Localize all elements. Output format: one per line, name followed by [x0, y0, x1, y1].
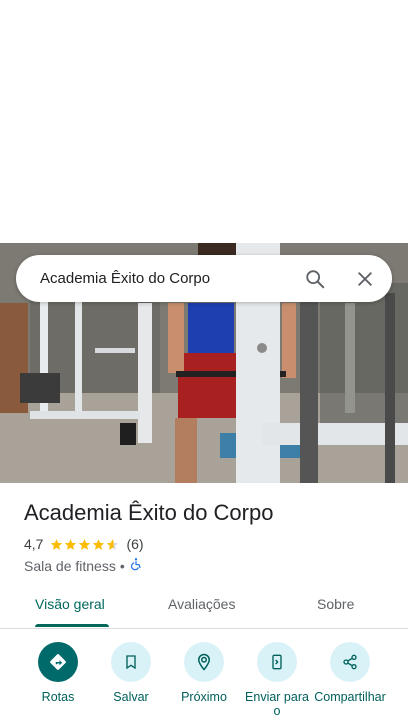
nearby-label: Próximo: [181, 690, 227, 704]
tab-reviews[interactable]: Avaliações: [168, 596, 235, 612]
share-label: Compartilhar: [314, 690, 386, 704]
place-category: Sala de fitness: [24, 557, 116, 574]
directions-label: Rotas: [41, 690, 75, 704]
save-button[interactable]: Salvar: [91, 642, 171, 704]
send-to-phone-icon: [257, 642, 297, 682]
active-tab-indicator: [35, 624, 109, 627]
search-icon[interactable]: [303, 267, 327, 291]
nearby-button[interactable]: Próximo: [164, 642, 244, 704]
send-to-phone-button[interactable]: Enviar para o: [237, 642, 317, 718]
tab-overview[interactable]: Visão geral: [35, 596, 105, 612]
share-icon: [330, 642, 370, 682]
rating-value: 4,7: [24, 536, 44, 552]
category-row: Sala de fitness •: [24, 557, 143, 574]
bookmark-icon: [111, 642, 151, 682]
search-input[interactable]: Academia Êxito do Corpo: [40, 270, 303, 287]
save-label: Salvar: [113, 690, 149, 704]
close-icon[interactable]: [353, 267, 377, 291]
nearby-icon: [184, 642, 224, 682]
separator-dot: •: [119, 557, 125, 574]
rating-row[interactable]: 4,7 (6): [24, 536, 144, 552]
share-button[interactable]: Compartilhar: [310, 642, 390, 704]
star-icon: [79, 538, 91, 550]
place-title: Academia Êxito do Corpo: [24, 500, 274, 525]
directions-icon: [38, 642, 78, 682]
send-to-phone-label: Enviar para o: [245, 690, 309, 718]
star-icon: [93, 538, 105, 550]
star-icon: [65, 538, 77, 550]
wheelchair-icon: [129, 557, 143, 574]
star-icon: [51, 538, 63, 550]
directions-button[interactable]: Rotas: [18, 642, 98, 704]
search-bar[interactable]: Academia Êxito do Corpo: [16, 255, 392, 302]
map-area: [0, 0, 408, 243]
half-star-icon: [107, 538, 119, 550]
rating-stars: [50, 538, 120, 551]
tab-about[interactable]: Sobre: [317, 596, 354, 612]
place-tabs: Visão geral Avaliações Sobre: [0, 586, 408, 629]
review-count[interactable]: (6): [126, 536, 143, 552]
